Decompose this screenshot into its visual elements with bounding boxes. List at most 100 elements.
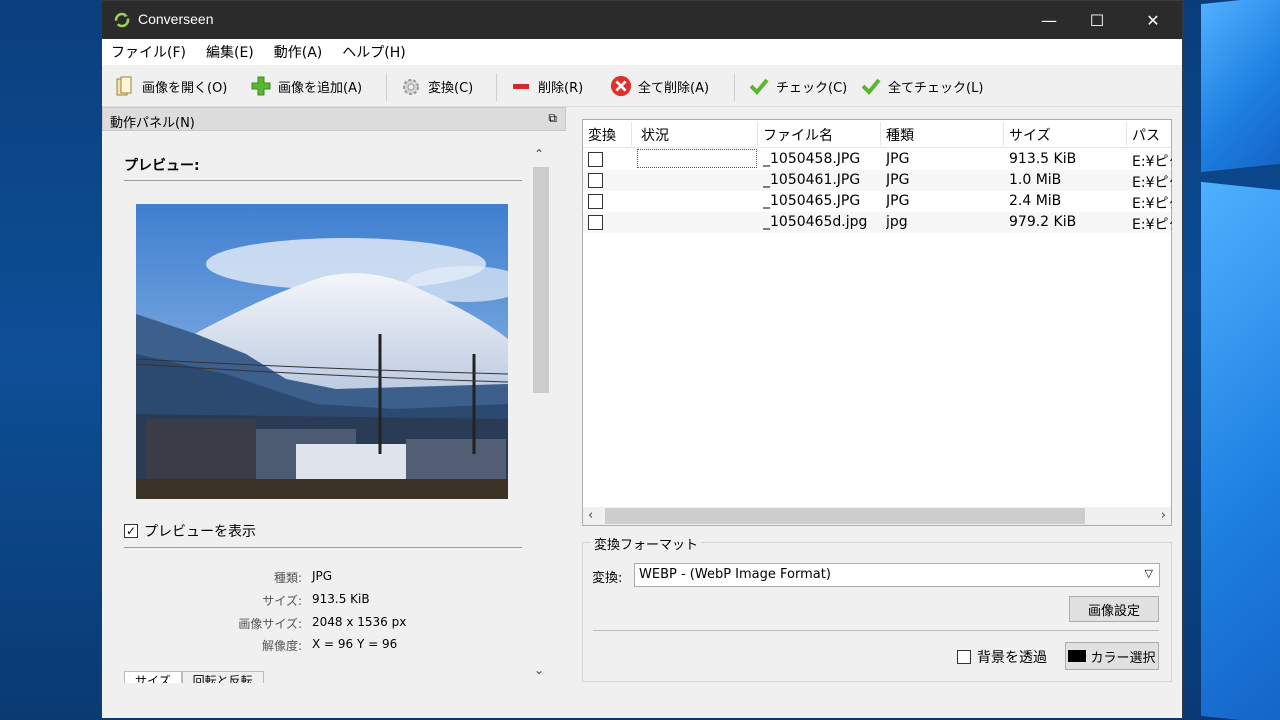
column-header-convert[interactable]: 変換 <box>588 125 616 145</box>
convert-label: 変換(C) <box>428 80 474 96</box>
panel-scrollbar[interactable]: ⌃ ⌄ <box>532 145 550 685</box>
format-selected-value: WEBP - (WebP Image Format) <box>639 567 831 582</box>
conversion-format-title: 変換フォーマット <box>591 534 702 553</box>
row-status <box>637 149 757 168</box>
table-row[interactable]: _1050461.JPG JPG 1.0 MiB E:¥ピク <box>583 170 1172 191</box>
column-header-size[interactable]: サイズ <box>1009 125 1051 145</box>
image-settings-button[interactable]: 画像設定 <box>1069 596 1159 622</box>
column-header-type[interactable]: 種類 <box>886 125 914 145</box>
color-select-button[interactable]: カラー選択 <box>1065 642 1159 670</box>
status-bar <box>102 685 1182 718</box>
table-row[interactable]: _1050458.JPG JPG 913.5 KiB E:¥ピク <box>583 149 1172 170</box>
image-settings-label: 画像設定 <box>1087 603 1140 619</box>
row-path: E:¥ピク <box>1132 196 1172 212</box>
scrollbar-thumb[interactable] <box>605 508 1085 524</box>
convert-button[interactable]: 変換(C) <box>400 73 473 99</box>
row-filename: _1050465d.jpg <box>763 214 868 230</box>
column-separator <box>631 122 632 146</box>
divider <box>124 547 522 548</box>
check-all-button[interactable]: 全てチェック(L) <box>860 73 983 99</box>
divider <box>593 630 1159 631</box>
row-type: JPG <box>886 172 910 188</box>
checkmark-icon <box>860 75 882 97</box>
action-panel: プレビュー: ✓ プレビューを表示 種類: JPG サイズ: 913.5 KiB… <box>102 131 554 683</box>
checkbox-unchecked-icon <box>957 650 971 664</box>
check-button[interactable]: チェック(C) <box>748 73 847 99</box>
plus-icon <box>250 75 272 97</box>
table-row[interactable]: _1050465.JPG JPG 2.4 MiB E:¥ピク <box>583 191 1172 212</box>
tab-size[interactable]: サイズ <box>124 671 182 683</box>
info-value: JPG <box>312 569 333 583</box>
row-convert-checkbox[interactable] <box>588 152 603 167</box>
scroll-right-icon[interactable]: › <box>1161 508 1166 523</box>
info-value: 913.5 KiB <box>312 592 370 606</box>
row-convert-checkbox[interactable] <box>588 194 603 209</box>
tab-rotate-flip[interactable]: 回転と反転 <box>181 671 264 683</box>
check-all-label: 全てチェック(L) <box>888 80 984 96</box>
column-header-path[interactable]: パス <box>1132 125 1160 145</box>
table-row[interactable]: _1050465d.jpg jpg 979.2 KiB E:¥ピク <box>583 212 1172 233</box>
row-filename: _1050458.JPG <box>763 151 861 167</box>
menu-edit[interactable]: 編集(E) <box>206 42 254 62</box>
delete-button[interactable]: 削除(R) <box>510 73 583 99</box>
column-header-filename[interactable]: ファイル名 <box>763 125 833 145</box>
file-list-horizontal-scrollbar[interactable]: ‹ › <box>583 507 1171 525</box>
add-images-label: 画像を追加(A) <box>278 80 363 96</box>
checkbox-checked-icon: ✓ <box>124 524 138 538</box>
panel-float-icon[interactable]: ⧉ <box>548 111 557 126</box>
check-label: チェック(C) <box>776 80 848 96</box>
show-preview-label: プレビューを表示 <box>144 524 256 540</box>
toolbar: 画像を開く(O) 画像を追加(A) 変換(C) 削除(R) 全て削除(A) チェ… <box>102 65 1182 107</box>
title-bar: Converseen — ☐ ✕ <box>102 1 1182 39</box>
converseen-app-icon <box>114 12 130 28</box>
scroll-left-icon[interactable]: ‹ <box>588 508 593 523</box>
row-type: jpg <box>886 214 908 230</box>
maximize-button[interactable]: ☐ <box>1074 1 1120 39</box>
minimize-button[interactable]: — <box>1026 1 1072 39</box>
add-images-button[interactable]: 画像を追加(A) <box>250 73 362 99</box>
close-button[interactable]: ✕ <box>1130 1 1176 39</box>
row-path: E:¥ピク <box>1132 175 1172 191</box>
action-panel-header: 動作パネル(N) ⧉ <box>102 107 566 131</box>
format-select[interactable]: WEBP - (WebP Image Format) ▽ <box>634 563 1160 587</box>
scroll-down-icon[interactable]: ⌄ <box>534 663 544 677</box>
chevron-down-icon: ▽ <box>1144 567 1153 580</box>
info-key: 解像度: <box>261 639 302 653</box>
menu-help[interactable]: ヘルプ(H) <box>342 42 405 62</box>
transparent-background-label: 背景を透過 <box>977 650 1047 666</box>
conversion-format-group: 変換フォーマット 変換: WEBP - (WebP Image Format) … <box>582 534 1172 682</box>
transparent-background-checkbox[interactable]: 背景を透過 <box>957 647 1047 667</box>
info-key: 画像サイズ: <box>238 617 302 631</box>
panel-tabs: サイズ 回転と反転 <box>124 671 264 683</box>
table-header: 変換 状況 ファイル名 種類 サイズ パス <box>583 120 1171 148</box>
color-select-label: カラー選択 <box>1090 650 1156 666</box>
row-size: 1.0 MiB <box>1009 172 1062 188</box>
row-type: JPG <box>886 151 910 167</box>
desktop-background-left <box>0 0 100 720</box>
row-convert-checkbox[interactable] <box>588 215 603 230</box>
column-separator <box>1126 122 1127 146</box>
row-path: E:¥ピク <box>1132 154 1172 170</box>
file-list-table: 変換 状況 ファイル名 種類 サイズ パス _1050458.JPG JPG 9… <box>582 119 1172 526</box>
converseen-window: Converseen — ☐ ✕ ファイル(F) 編集(E) 動作(A) ヘルプ… <box>101 0 1183 718</box>
show-preview-checkbox[interactable]: ✓ プレビューを表示 <box>124 521 256 541</box>
row-convert-checkbox[interactable] <box>588 173 603 188</box>
info-key: 種類: <box>273 571 302 585</box>
delete-all-button[interactable]: 全て削除(A) <box>610 73 709 99</box>
preview-heading: プレビュー: <box>124 158 200 174</box>
open-images-button[interactable]: 画像を開く(O) <box>114 73 227 99</box>
preview-image <box>136 204 508 499</box>
scrollbar-thumb[interactable] <box>533 167 549 393</box>
open-folder-icon <box>114 75 136 97</box>
menu-action[interactable]: 動作(A) <box>274 42 323 62</box>
toolbar-separator <box>734 73 735 101</box>
column-header-status[interactable]: 状況 <box>641 125 669 145</box>
delete-all-label: 全て削除(A) <box>638 80 710 96</box>
column-separator <box>1003 122 1004 146</box>
info-key: サイズ: <box>262 594 302 608</box>
minus-icon <box>510 75 532 97</box>
menu-bar: ファイル(F) 編集(E) 動作(A) ヘルプ(H) <box>102 39 1182 65</box>
scroll-up-icon[interactable]: ⌃ <box>534 147 544 161</box>
menu-file[interactable]: ファイル(F) <box>111 42 186 62</box>
desktop-logo-pane-bottom <box>1201 181 1280 720</box>
